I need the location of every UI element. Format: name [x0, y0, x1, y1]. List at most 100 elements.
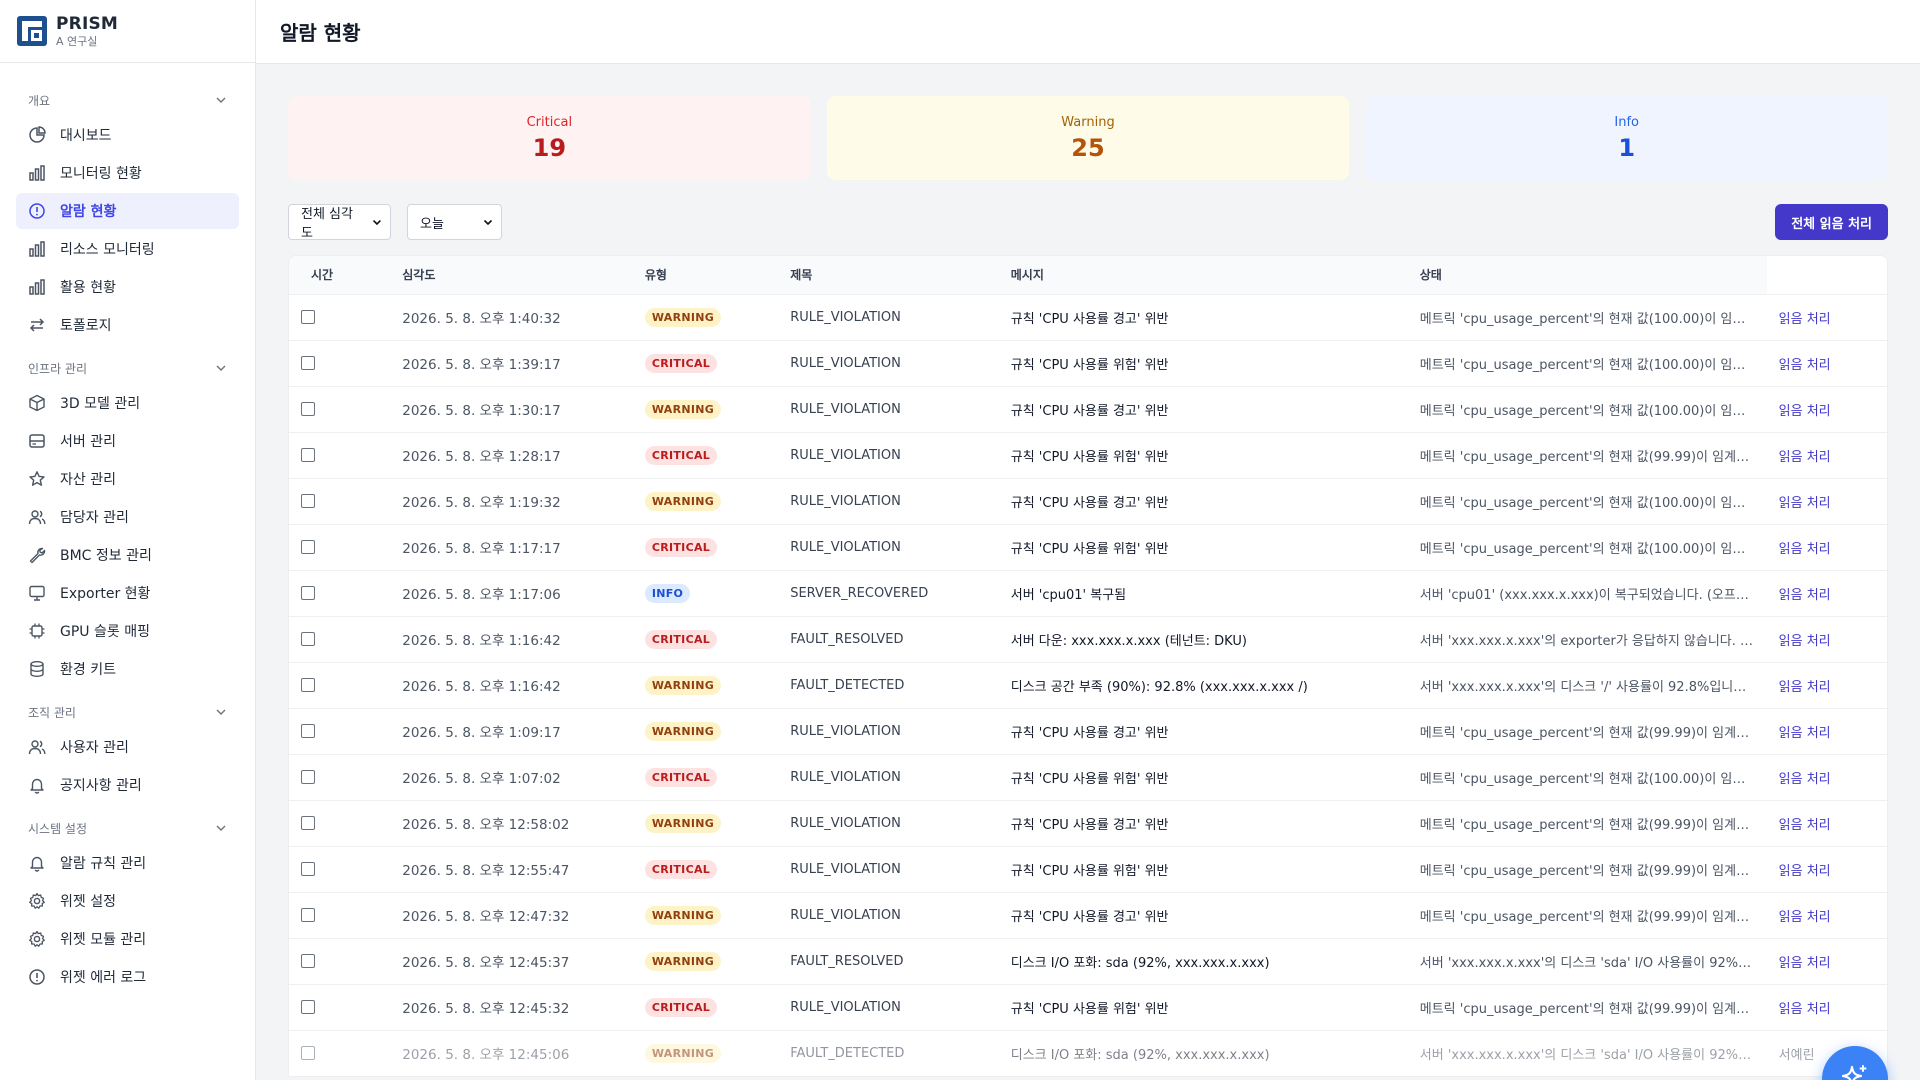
table-row[interactable]: 2026. 5. 8. 오후 1:07:02 CRITICAL RULE_VIOLA…	[289, 753, 1887, 800]
mark-read-link[interactable]: 읽음 처리	[1766, 845, 1887, 892]
nav-section-header[interactable]: 조직 관리	[16, 697, 239, 727]
mark-read-link[interactable]: 읽음 처리	[1766, 385, 1887, 432]
table-row[interactable]: 2026. 5. 8. 오후 1:40:32 WARNING RULE_VIOLAT…	[289, 293, 1887, 340]
sidebar-item[interactable]: GPU 슬롯 매핑	[16, 613, 239, 649]
table-row[interactable]: 2026. 5. 8. 오후 12:45:37 WARNING FAULT_RESO…	[289, 937, 1887, 984]
cell-type: RULE_VIOLATION	[778, 983, 999, 1030]
nav-section-header[interactable]: 시스템 설정	[16, 813, 239, 843]
sidebar-item[interactable]: 서버 관리	[16, 423, 239, 459]
row-checkbox[interactable]	[301, 586, 315, 600]
sidebar-item[interactable]: 리소스 모니터링	[16, 231, 239, 267]
header-message[interactable]: 메시지	[998, 256, 1408, 294]
row-checkbox[interactable]	[301, 402, 315, 416]
gear-icon	[28, 930, 46, 948]
table-row[interactable]: 2026. 5. 8. 오후 1:17:17 CRITICAL RULE_VIOLA…	[289, 523, 1887, 570]
mark-read-link[interactable]: 읽음 처리	[1766, 661, 1887, 708]
row-checkbox[interactable]	[301, 816, 315, 830]
table-row[interactable]: 2026. 5. 8. 오후 1:30:17 WARNING RULE_VIOLAT…	[289, 385, 1887, 432]
sidebar-item[interactable]: 위젯 에러 로그	[16, 959, 239, 995]
bell-icon	[28, 776, 46, 794]
row-checkbox[interactable]	[301, 724, 315, 738]
mark-read-link[interactable]: 읽음 처리	[1766, 293, 1887, 340]
row-checkbox[interactable]	[301, 908, 315, 922]
mark-read-link[interactable]: 읽음 처리	[1766, 339, 1887, 386]
cell-time: 2026. 5. 8. 오후 1:16:42	[390, 661, 633, 708]
sidebar-item[interactable]: 위젯 모듈 관리	[16, 921, 239, 957]
row-checkbox[interactable]	[301, 356, 315, 370]
sidebar-item[interactable]: BMC 정보 관리	[16, 537, 239, 573]
sidebar-item[interactable]: 위젯 설정	[16, 883, 239, 919]
row-select-cell	[289, 753, 391, 800]
sidebar-item[interactable]: 대시보드	[16, 117, 239, 153]
stat-card-critical[interactable]: Critical 19	[288, 96, 811, 180]
row-checkbox[interactable]	[301, 678, 315, 692]
table-row[interactable]: 2026. 5. 8. 오후 12:55:47 CRITICAL RULE_VIOL…	[289, 845, 1887, 892]
period-select[interactable]: 오늘	[407, 204, 502, 240]
severity-badge: WARNING	[644, 675, 722, 695]
alert-circle-icon	[28, 202, 46, 220]
row-checkbox[interactable]	[301, 494, 315, 508]
sidebar-item[interactable]: 알람 규칙 관리	[16, 845, 239, 881]
chip-icon	[28, 622, 46, 640]
sidebar-item[interactable]: 공지사항 관리	[16, 767, 239, 803]
row-checkbox[interactable]	[301, 862, 315, 876]
severity-select[interactable]: 전체 심각도	[288, 204, 391, 241]
table-row[interactable]: 2026. 5. 8. 오후 12:47:32 WARNING RULE_VIOLA…	[289, 891, 1887, 938]
table-row[interactable]: 2026. 5. 8. 오후 12:58:02 WARNING RULE_VIOLA…	[289, 799, 1887, 846]
sidebar-item[interactable]: 담당자 관리	[16, 499, 239, 535]
sidebar-item[interactable]: 3D 모델 관리	[16, 385, 239, 421]
read-all-button[interactable]: 전체 읽음 처리	[1775, 204, 1888, 240]
nav-section-header[interactable]: 개요	[16, 85, 239, 115]
mark-read-link[interactable]: 읽음 처리	[1766, 431, 1887, 478]
table-row[interactable]: 2026. 5. 8. 오후 1:09:17 WARNING RULE_VIOLAT…	[289, 707, 1887, 754]
mark-read-link[interactable]: 읽음 처리	[1766, 937, 1887, 984]
sidebar-item[interactable]: Exporter 현황	[16, 575, 239, 611]
mark-read-link[interactable]: 읽음 처리	[1766, 983, 1887, 1030]
header-status[interactable]: 상태	[1407, 256, 1767, 294]
table-row[interactable]: 2026. 5. 8. 오후 12:45:32 CRITICAL RULE_VIOL…	[289, 983, 1887, 1030]
sidebar-item[interactable]: 알람 현황	[16, 193, 239, 229]
sidebar-item[interactable]: 사용자 관리	[16, 729, 239, 765]
row-checkbox[interactable]	[301, 310, 315, 324]
mark-read-link[interactable]: 읽음 처리	[1766, 799, 1887, 846]
stat-card-warning[interactable]: Warning 25	[826, 96, 1350, 180]
row-checkbox[interactable]	[301, 448, 315, 462]
table-row[interactable]: 2026. 5. 8. 오후 1:16:42 WARNING FAULT_DETEC…	[289, 661, 1887, 708]
mark-read-link[interactable]: 읽음 처리	[1766, 753, 1887, 800]
table-row[interactable]: 2026. 5. 8. 오후 1:39:17 CRITICAL RULE_VIOLA…	[289, 339, 1887, 386]
table-row[interactable]: 2026. 5. 8. 오후 1:17:06 INFO SERVER_RECOVER…	[289, 569, 1887, 616]
header-time[interactable]: 시간	[289, 256, 391, 294]
header-severity[interactable]: 심각도	[390, 256, 633, 294]
table-row[interactable]: 2026. 5. 8. 오후 1:16:42 CRITICAL FAULT_RESO…	[289, 615, 1887, 662]
row-select-cell	[289, 293, 391, 340]
row-checkbox[interactable]	[301, 1000, 315, 1014]
nav-section-header[interactable]: 인프라 관리	[16, 353, 239, 383]
mark-read-link[interactable]: 읽음 처리	[1766, 569, 1887, 616]
row-checkbox[interactable]	[301, 540, 315, 554]
table-row[interactable]: 2026. 5. 8. 오후 1:28:17 CRITICAL RULE_VIOLA…	[289, 431, 1887, 478]
row-select-cell	[289, 937, 391, 984]
mark-read-link[interactable]: 읽음 처리	[1766, 891, 1887, 938]
row-checkbox[interactable]	[301, 954, 315, 968]
header-title[interactable]: 제목	[778, 256, 999, 294]
mark-read-link[interactable]: 읽음 처리	[1766, 523, 1887, 570]
header-type[interactable]: 유형	[632, 256, 779, 294]
sidebar-item[interactable]: 자산 관리	[16, 461, 239, 497]
cell-time: 2026. 5. 8. 오후 12:58:02	[390, 799, 633, 846]
cell-message: 메트릭 'cpu_usage_percent'의 현재 값(100.00)이 임…	[1407, 477, 1767, 524]
sidebar-item[interactable]: 토폴로지	[16, 307, 239, 343]
sidebar-item[interactable]: 활용 현황	[16, 269, 239, 305]
row-checkbox[interactable]	[301, 1046, 315, 1061]
nav-section-title: 조직 관리	[28, 705, 76, 720]
table-row[interactable]: 2026. 5. 8. 오후 12:45:06 WARNING FAULT_DETE…	[289, 1029, 1887, 1076]
mark-read-link[interactable]: 읽음 처리	[1766, 707, 1887, 754]
mark-read-link[interactable]: 읽음 처리	[1766, 615, 1887, 662]
row-checkbox[interactable]	[301, 632, 315, 646]
mark-read-link[interactable]: 읽음 처리	[1766, 477, 1887, 524]
stat-card-info[interactable]: Info 1	[1365, 96, 1889, 180]
brand[interactable]: PRISM A 연구실	[0, 0, 255, 63]
sidebar-item[interactable]: 환경 키트	[16, 651, 239, 687]
table-row[interactable]: 2026. 5. 8. 오후 1:19:32 WARNING RULE_VIOLAT…	[289, 477, 1887, 524]
row-checkbox[interactable]	[301, 770, 315, 784]
sidebar-item[interactable]: 모니터링 현황	[16, 155, 239, 191]
